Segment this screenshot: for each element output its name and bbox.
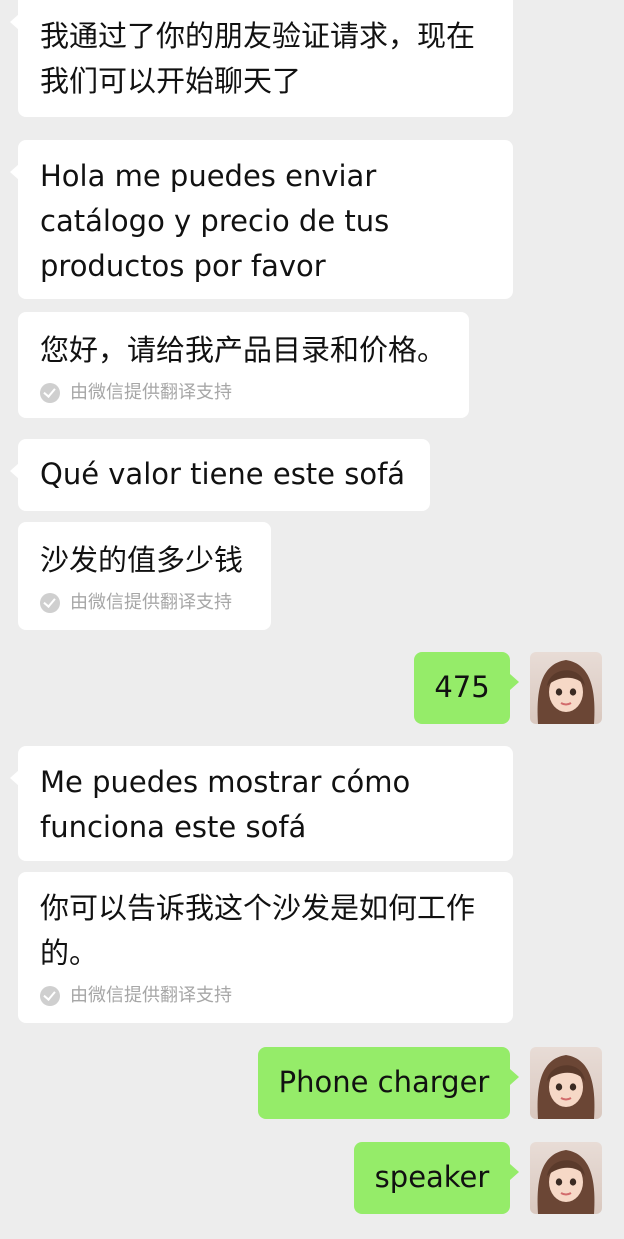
message-text: Hola me puedes enviar catálogo y precio … [40, 159, 390, 283]
message-text: Qué valor tiene este sofá [40, 457, 406, 491]
translation-text: 沙发的值多少钱 [40, 543, 244, 577]
check-circle-icon [40, 383, 60, 403]
message-text: 我通过了你的朋友验证请求，现在 我们可以开始聊天了 [40, 19, 476, 98]
translation-note: 由微信提供翻译支持 [40, 984, 491, 1008]
avatar[interactable] [530, 652, 602, 724]
check-circle-icon [40, 593, 60, 613]
avatar-image [537, 660, 595, 724]
translation-note: 由微信提供翻译支持 [40, 591, 249, 615]
avatar[interactable] [530, 1047, 602, 1119]
message-text: Me puedes mostrar cómo funciona este sof… [40, 765, 411, 844]
message-bubble-incoming[interactable]: Hola me puedes enviar catálogo y precio … [10, 140, 513, 299]
translation-bubble[interactable]: 您好，请给我产品目录和价格。 由微信提供翻译支持 [18, 312, 469, 418]
message-bubble-outgoing[interactable]: speaker [354, 1142, 519, 1214]
translation-note-text: 由微信提供翻译支持 [70, 382, 232, 403]
message-text: Phone charger [278, 1065, 490, 1099]
message-bubble-incoming[interactable]: Me puedes mostrar cómo funciona este sof… [10, 746, 513, 861]
message-bubble-incoming[interactable]: Qué valor tiene este sofá [10, 439, 430, 511]
avatar-image [537, 1055, 595, 1119]
check-circle-icon [40, 986, 60, 1006]
avatar[interactable] [530, 1142, 602, 1214]
translation-bubble[interactable]: 你可以告诉我这个沙发是如何工作 的。 由微信提供翻译支持 [18, 872, 513, 1023]
translation-text: 你可以告诉我这个沙发是如何工作 的。 [40, 891, 476, 970]
message-bubble-incoming[interactable]: 我通过了你的朋友验证请求，现在 我们可以开始聊天了 [10, 0, 513, 117]
avatar-image [537, 1150, 595, 1214]
message-text: 475 [434, 670, 490, 704]
translation-text: 您好，请给我产品目录和价格。 [40, 333, 447, 367]
translation-note-text: 由微信提供翻译支持 [70, 985, 232, 1006]
message-bubble-outgoing[interactable]: Phone charger [258, 1047, 519, 1119]
translation-bubble[interactable]: 沙发的值多少钱 由微信提供翻译支持 [18, 522, 271, 630]
message-text: speaker [374, 1160, 490, 1194]
translation-note-text: 由微信提供翻译支持 [70, 592, 232, 613]
message-bubble-outgoing[interactable]: 475 [414, 652, 519, 724]
translation-note: 由微信提供翻译支持 [40, 381, 447, 405]
